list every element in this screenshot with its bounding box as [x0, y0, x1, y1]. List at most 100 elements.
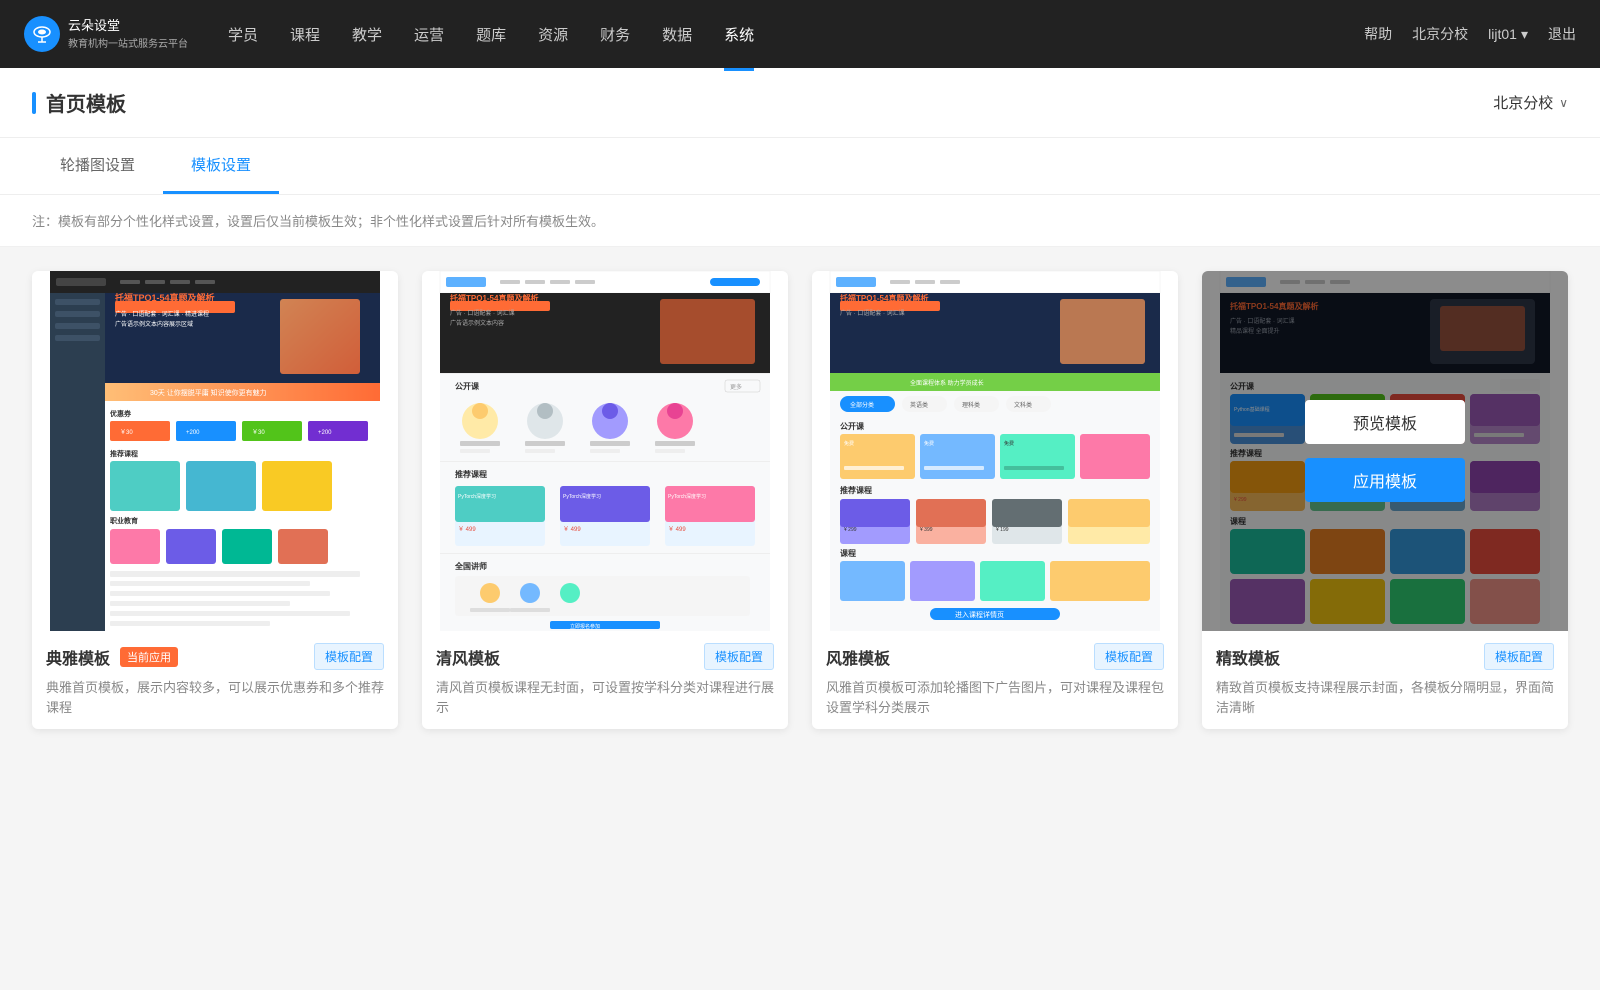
svg-text:更多: 更多: [730, 383, 742, 391]
template-card-2: 托福TPO1-54真题及解析 广告 · 口语配套 · 词汇课 广告语示例文本内容…: [422, 271, 788, 729]
page-title: 首页模板: [32, 88, 126, 117]
svg-text:+200: +200: [318, 430, 332, 436]
template-desc-1: 典雅首页模板，展示内容较多，可以展示优惠券和多个推荐课程: [46, 678, 384, 717]
template-name-row-3: 风雅模板 模板配置: [826, 643, 1164, 670]
nav-teaching[interactable]: 教学: [352, 20, 382, 49]
tabs-container: 轮播图设置 模板设置: [0, 138, 1600, 195]
svg-text:英语类: 英语类: [910, 401, 928, 409]
template-desc-3: 风雅首页模板可添加轮播图下广告图片，可对课程及课程包设置学科分类展示: [826, 678, 1164, 717]
nav-resources[interactable]: 资源: [538, 20, 568, 49]
template-name-row-2: 清风模板 模板配置: [436, 643, 774, 670]
logo-icon: [24, 16, 60, 52]
tab-template[interactable]: 模板设置: [163, 138, 279, 194]
template-preview-1[interactable]: 托福TPO1-54真题及解析 广告 · 口语配套 · 词汇课 · 精进课程 广告…: [32, 271, 398, 631]
templates-section: 托福TPO1-54真题及解析 广告 · 口语配套 · 词汇课 · 精进课程 广告…: [0, 247, 1600, 753]
svg-text:广告语示例文本内容: 广告语示例文本内容: [450, 319, 504, 327]
svg-text:￥ 499: ￥ 499: [458, 526, 476, 533]
branch-selector[interactable]: 北京分校 ∨: [1493, 92, 1568, 113]
template-config-btn-3[interactable]: 模板配置: [1094, 643, 1164, 670]
svg-text:广告 · 口语配套 · 词汇课: 广告 · 口语配套 · 词汇课: [450, 309, 515, 317]
svg-text:￥30: ￥30: [120, 429, 133, 436]
templates-grid: 托福TPO1-54真题及解析 广告 · 口语配套 · 词汇课 · 精进课程 广告…: [32, 271, 1568, 729]
nav-logout[interactable]: 退出: [1548, 24, 1576, 44]
template-overlay-4: 预览模板 应用模板: [1202, 271, 1568, 631]
svg-text:广告 · 口语配套 · 词汇课: 广告 · 口语配套 · 词汇课: [840, 309, 905, 317]
svg-text:推荐课程: 推荐课程: [455, 469, 487, 479]
nav-user[interactable]: lijt01 ▾: [1488, 26, 1528, 43]
template-preview-2[interactable]: 托福TPO1-54真题及解析 广告 · 口语配套 · 词汇课 广告语示例文本内容…: [422, 271, 788, 631]
svg-text:PyTorch深度学习: PyTorch深度学习: [458, 493, 496, 500]
logo-text-block: 云朵设堂 教育机构一站式服务云平台: [68, 18, 188, 50]
template-preview-3[interactable]: 托福TPO1-54真题及解析 广告 · 口语配套 · 词汇课 全面课程体系 助力…: [812, 271, 1178, 631]
template-desc-2: 清风首页模板课程无封面，可设置按学科分类对课程进行展示: [436, 678, 774, 717]
nav-menu: 学员 课程 教学 运营 题库 资源 财务 数据 系统: [228, 20, 1364, 49]
logo-name: 云朵设堂: [68, 18, 188, 35]
svg-text:职业教育: 职业教育: [110, 516, 138, 525]
nav-operations[interactable]: 运营: [414, 20, 444, 49]
svg-text:广告语示例文本内容展示区域: 广告语示例文本内容展示区域: [115, 320, 193, 328]
template-tag-1: 当前应用: [120, 647, 178, 667]
tab-carousel[interactable]: 轮播图设置: [32, 138, 163, 194]
template-card-1: 托福TPO1-54真题及解析 广告 · 口语配套 · 词汇课 · 精进课程 广告…: [32, 271, 398, 729]
template-footer-3: 风雅模板 模板配置 风雅首页模板可添加轮播图下广告图片，可对课程及课程包设置学科…: [812, 631, 1178, 729]
svg-text:广告 · 口语配套 · 词汇课 · 精进课程: 广告 · 口语配套 · 词汇课 · 精进课程: [115, 310, 209, 318]
nav-courses[interactable]: 课程: [290, 20, 320, 49]
logo: 云朵设堂 教育机构一站式服务云平台: [24, 16, 188, 52]
svg-text:推荐课程: 推荐课程: [840, 485, 872, 495]
svg-text:立即报名参加: 立即报名参加: [570, 623, 600, 630]
svg-text:¥ 399: ¥ 399: [920, 527, 933, 533]
template-name-row-4: 精致模板 模板配置: [1216, 643, 1554, 670]
svg-text:￥30: ￥30: [252, 429, 265, 436]
svg-text:进入课程详情页: 进入课程详情页: [955, 610, 1004, 619]
svg-text:优惠券: 优惠券: [110, 409, 132, 418]
svg-text:免费: 免费: [1004, 440, 1014, 447]
nav-data[interactable]: 数据: [662, 20, 692, 49]
template-name-row-1: 典雅模板 当前应用 模板配置: [46, 643, 384, 670]
nav-questions[interactable]: 题库: [476, 20, 506, 49]
template-config-btn-2[interactable]: 模板配置: [704, 643, 774, 670]
nav-branch[interactable]: 北京分校: [1412, 24, 1468, 44]
svg-text:30天 让你摆脱平庸 知识使你更有魅力: 30天 让你摆脱平庸 知识使你更有魅力: [150, 388, 267, 397]
svg-text:托福TPO1-54真题及解析: 托福TPO1-54真题及解析: [840, 293, 928, 303]
template-footer-2: 清风模板 模板配置 清风首页模板课程无封面，可设置按学科分类对课程进行展示: [422, 631, 788, 729]
nav-right: 帮助 北京分校 lijt01 ▾ 退出: [1364, 24, 1576, 44]
svg-text:¥ 199: ¥ 199: [996, 527, 1009, 533]
svg-text:推荐课程: 推荐课程: [110, 449, 138, 458]
template-footer-1: 典雅模板 当前应用 模板配置 典雅首页模板，展示内容较多，可以展示优惠券和多个推…: [32, 631, 398, 729]
template-config-btn-1[interactable]: 模板配置: [314, 643, 384, 670]
template-preview-4[interactable]: 托福TPO1-54真题及解析 广告 · 口语配套 · 词汇课 精品课程 全面提升…: [1202, 271, 1568, 631]
page-header: 首页模板 北京分校 ∨: [0, 68, 1600, 138]
nav-students[interactable]: 学员: [228, 20, 258, 49]
svg-text:公开课: 公开课: [455, 381, 480, 391]
template-name-4: 精致模板: [1216, 645, 1280, 669]
nav-help[interactable]: 帮助: [1364, 24, 1392, 44]
apply-template-btn[interactable]: 应用模板: [1305, 458, 1465, 502]
template-name-1: 典雅模板: [46, 645, 110, 669]
svg-text:全面课程体系 助力学员成长: 全面课程体系 助力学员成长: [910, 379, 984, 387]
svg-text:托福TPO1-54真题及解析: 托福TPO1-54真题及解析: [115, 292, 215, 303]
navbar: 云朵设堂 教育机构一站式服务云平台 学员 课程 教学 运营 题库 资源 财务 数…: [0, 0, 1600, 68]
nav-system[interactable]: 系统: [724, 20, 754, 49]
svg-text:理科类: 理科类: [962, 401, 980, 409]
svg-text:全部分类: 全部分类: [850, 401, 874, 409]
svg-text:￥ 499: ￥ 499: [668, 526, 686, 533]
template-card-4: 托福TPO1-54真题及解析 广告 · 口语配套 · 词汇课 精品课程 全面提升…: [1202, 271, 1568, 729]
svg-text:免费: 免费: [844, 440, 854, 447]
svg-text:PyTorch深度学习: PyTorch深度学习: [668, 493, 706, 500]
svg-text:PyTorch深度学习: PyTorch深度学习: [563, 493, 601, 500]
template-config-btn-4[interactable]: 模板配置: [1484, 643, 1554, 670]
template-footer-4: 精致模板 模板配置 精致首页模板支持课程展示封面，各模板分隔明显，界面简洁清晰: [1202, 631, 1568, 729]
chevron-down-icon: ∨: [1559, 96, 1568, 110]
notice-text: 注：模板有部分个性化样式设置，设置后仅当前模板生效；非个性化样式设置后针对所有模…: [0, 195, 1600, 247]
svg-text:￥ 499: ￥ 499: [563, 526, 581, 533]
svg-text:托福TPO1-54真题及解析: 托福TPO1-54真题及解析: [450, 293, 538, 303]
preview-template-btn[interactable]: 预览模板: [1305, 400, 1465, 444]
svg-text:¥ 299: ¥ 299: [844, 527, 857, 533]
nav-finance[interactable]: 财务: [600, 20, 630, 49]
svg-text:公开课: 公开课: [840, 421, 865, 431]
template-card-3: 托福TPO1-54真题及解析 广告 · 口语配套 · 词汇课 全面课程体系 助力…: [812, 271, 1178, 729]
template-name-3: 风雅模板: [826, 645, 890, 669]
svg-text:免费: 免费: [924, 440, 934, 447]
svg-text:文科类: 文科类: [1014, 401, 1032, 409]
template-desc-4: 精致首页模板支持课程展示封面，各模板分隔明显，界面简洁清晰: [1216, 678, 1554, 717]
